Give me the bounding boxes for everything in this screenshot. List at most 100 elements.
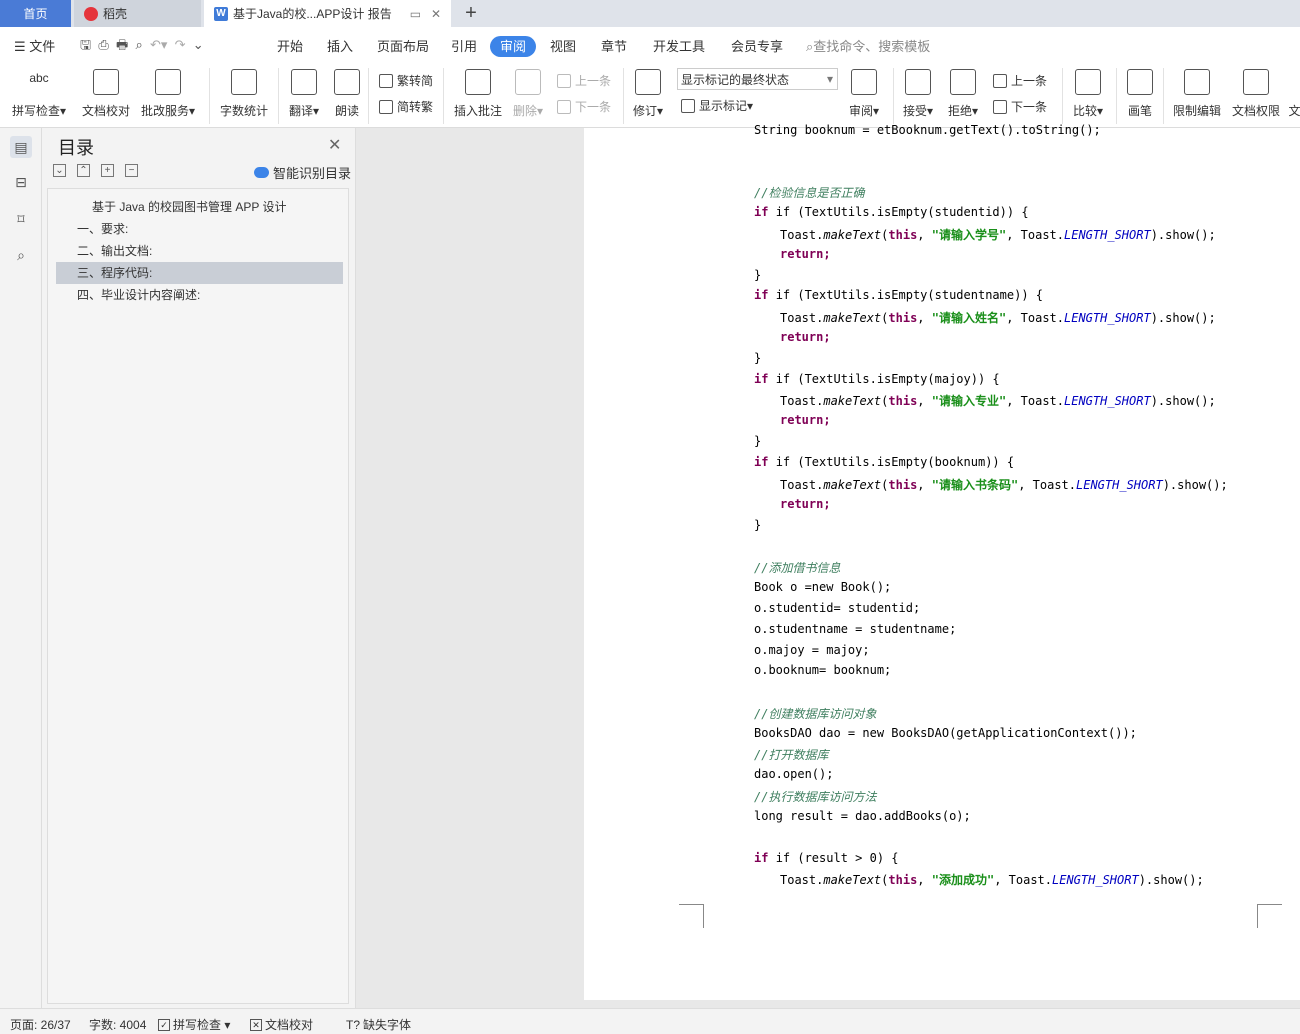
page-margin-corner — [679, 904, 704, 928]
close-tab-icon[interactable]: ✕ — [431, 7, 441, 21]
toc-panel-icon[interactable]: ▤ — [10, 136, 32, 158]
delete-comment-button[interactable]: 删除▾ — [513, 69, 543, 119]
collapse-all-icon[interactable]: ⌄ — [53, 164, 66, 177]
accept-button[interactable]: 接受▾ — [903, 69, 933, 119]
insert-comment-label: 插入批注 — [454, 104, 503, 118]
search-icon[interactable]: ⌕ — [10, 244, 32, 266]
print-preview-icon[interactable]: ⌕ — [135, 37, 142, 52]
hamburger-icon: ☰ — [14, 39, 30, 54]
code-string: "请输入书条码" — [931, 478, 1019, 492]
toc-item-3[interactable]: 三、程序代码: — [56, 262, 343, 284]
read-aloud-button[interactable]: 朗读 — [334, 69, 360, 119]
code-comment: //打开数据库 — [754, 748, 829, 762]
simplified-to-traditional-button[interactable]: 简转繁 — [379, 98, 433, 115]
bookmark-icon[interactable]: ⌑ — [10, 208, 32, 230]
document-page[interactable]: String booknum = etBooknum.getText().toS… — [584, 123, 1300, 1000]
truncated-ribbon-button[interactable]: 文 — [1289, 69, 1300, 119]
font-icon: T? — [346, 1017, 361, 1032]
code-comment: //检验信息是否正确 — [754, 186, 865, 200]
smart-ai-icon — [254, 167, 269, 178]
status-proof[interactable]: ✕ 文档校对 — [250, 1016, 313, 1033]
tab-document[interactable]: W 基于Java的校...APP设计 报告 ▭ ✕ — [204, 0, 451, 27]
menu-insert[interactable]: 插入 — [327, 36, 353, 55]
show-markup-button[interactable]: 显示标记 ▾ — [681, 97, 753, 114]
menu-start[interactable]: 开始 — [277, 36, 303, 55]
reject-button[interactable]: 拒绝▾ — [948, 69, 978, 119]
pin-icon[interactable]: ▭ — [410, 7, 421, 21]
menu-member[interactable]: 会员专享 — [731, 36, 783, 55]
insert-comment-button[interactable]: 插入批注 — [454, 69, 502, 119]
close-icon[interactable]: ✕ — [328, 135, 341, 155]
save-icon[interactable]: 🖫 — [80, 37, 91, 52]
pen-button[interactable]: 画笔 — [1127, 69, 1153, 119]
word-count-button[interactable]: 字数统计 — [220, 69, 268, 119]
previous-change-button[interactable]: 上一条 — [993, 72, 1047, 89]
menu-view[interactable]: 视图 — [550, 36, 576, 55]
restrict-editing-button[interactable]: 限制编辑 — [1173, 69, 1221, 119]
command-search[interactable]: ⌕查找命令、搜索模板 — [806, 36, 930, 55]
menu-page-layout[interactable]: 页面布局 — [377, 36, 429, 55]
word-count-label: 字数统计 — [220, 104, 269, 118]
page-indicator[interactable]: 页面: 26/37 — [10, 1016, 71, 1033]
missing-font[interactable]: T? 缺失字体 — [346, 1016, 411, 1033]
show-markup-icon — [681, 98, 695, 113]
code-line: BooksDAO dao = new BooksDAO(getApplicati… — [754, 726, 1137, 740]
code-line: Toast.makeText(this, "请输入学号", Toast.LENG… — [780, 228, 1216, 242]
tab-daoke[interactable]: 稻壳 — [74, 0, 201, 27]
read-aloud-icon — [334, 69, 360, 95]
code-string: "添加成功" — [931, 873, 995, 887]
review-pane-icon — [851, 69, 878, 95]
markup-display-select[interactable]: 显示标记的最终状态 ▾ — [677, 68, 838, 90]
word-count-indicator[interactable]: 字数: 4004 — [89, 1016, 146, 1033]
code-line: o.booknum= booknum; — [754, 663, 892, 677]
file-menu[interactable]: ☰ 文件 — [14, 36, 55, 55]
export-pdf-icon[interactable]: ⎙ — [98, 37, 108, 52]
add-heading-icon[interactable]: + — [101, 164, 114, 177]
review-pane-button[interactable]: 审阅▾ — [849, 69, 879, 119]
next-comment-button[interactable]: 下一条 — [557, 98, 611, 115]
translate-button[interactable]: 翻译▾ — [289, 69, 319, 119]
code-comment: //创建数据库访问对象 — [754, 707, 877, 721]
remove-heading-icon[interactable]: − — [125, 164, 138, 177]
print-icon[interactable]: 🖶 — [116, 37, 128, 52]
next-change-button[interactable]: 下一条 — [993, 98, 1047, 115]
status-spell-check[interactable]: ✓ 拼写检查 ▾ — [158, 1016, 230, 1033]
delete-comment-label: 删除 — [513, 104, 538, 118]
toc-item-4[interactable]: 四、毕业设计内容阐述: — [56, 284, 343, 306]
new-tab-button[interactable]: + — [458, 0, 484, 27]
menu-section[interactable]: 章节 — [601, 36, 627, 55]
trad-to-simp-icon — [379, 73, 393, 88]
review-service-icon — [155, 69, 182, 95]
tab-home[interactable]: 首页 — [0, 0, 71, 27]
code-line: Toast.makeText(this, "请输入姓名", Toast.LENG… — [780, 311, 1216, 325]
code-line: Toast.makeText(this, "添加成功", Toast.LENGT… — [780, 873, 1204, 887]
read-aloud-label: 朗读 — [334, 104, 359, 118]
chapter-nav-icon[interactable]: ⊟ — [10, 171, 32, 193]
compare-button[interactable]: 比较▾ — [1073, 69, 1103, 119]
code-string: "请输入姓名" — [931, 311, 1007, 325]
spell-check-button[interactable]: abc 拼写检查▾ — [12, 69, 66, 119]
track-changes-button[interactable]: 修订▾ — [633, 69, 663, 119]
customize-chevron-icon[interactable]: ⌄ — [193, 37, 204, 52]
review-service-button[interactable]: 批改服务▾ — [141, 69, 195, 119]
document-proof-button[interactable]: 文档校对 — [82, 69, 130, 119]
delete-comment-icon — [515, 69, 542, 95]
menu-references[interactable]: 引用 — [451, 36, 477, 55]
toc-item-1[interactable]: 一、要求: — [56, 218, 343, 240]
truncated-icon — [1289, 69, 1300, 95]
code-comment: //执行数据库访问方法 — [754, 790, 877, 804]
review-service-label: 批改服务 — [141, 104, 190, 118]
document-proof-label: 文档校对 — [82, 104, 131, 118]
redo-icon[interactable]: ↷ — [175, 37, 186, 52]
code-line: dao.open(); — [754, 767, 834, 781]
undo-icon[interactable]: ↶▾ — [150, 37, 167, 52]
expand-all-icon[interactable]: ⌃ — [77, 164, 90, 177]
toc-item-2[interactable]: 二、输出文档: — [56, 240, 343, 262]
menu-developer[interactable]: 开发工具 — [653, 36, 705, 55]
toc-item-title[interactable]: 基于 Java 的校园图书管理 APP 设计 — [56, 196, 343, 218]
menu-review[interactable]: 审阅 — [490, 36, 536, 57]
document-rights-button[interactable]: 文档权限 — [1232, 69, 1280, 119]
previous-comment-button[interactable]: 上一条 — [557, 72, 611, 89]
traditional-to-simplified-button[interactable]: 繁转简 — [379, 72, 433, 89]
smart-toc-button[interactable]: 智能识别目录 — [254, 163, 351, 182]
